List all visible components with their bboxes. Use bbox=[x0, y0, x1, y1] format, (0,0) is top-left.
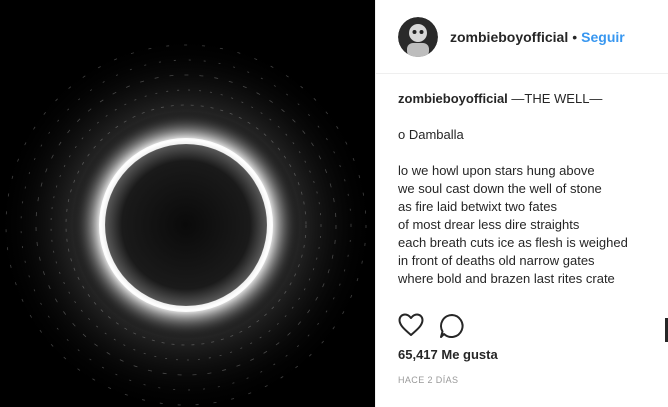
header-username[interactable]: zombieboyofficial bbox=[450, 29, 568, 45]
poem-line: we soul cast down the well of stone bbox=[398, 181, 602, 196]
caption-title: —THE WELL— bbox=[511, 91, 603, 106]
follow-button[interactable]: Seguir bbox=[581, 29, 625, 45]
poem-line: of most drear less dire straights bbox=[398, 217, 580, 232]
poem-line: in front of deaths old narrow gates bbox=[398, 253, 595, 268]
post-timestamp[interactable]: HACE 2 DÍAS bbox=[398, 375, 458, 385]
caption-greeting: o Damballa bbox=[398, 127, 464, 142]
poem-line: where bold and brazen last rites crate bbox=[398, 271, 615, 286]
ring-of-light-image bbox=[0, 0, 375, 407]
avatar[interactable] bbox=[398, 16, 438, 57]
avatar-image bbox=[398, 16, 438, 57]
poem-line: lo we howl upon stars hung above bbox=[398, 163, 595, 178]
likes-count[interactable]: 65,417 Me gusta bbox=[398, 347, 498, 362]
poem-line: as fire laid betwixt two fates bbox=[398, 199, 557, 214]
post-sidebar: zombieboyofficial • Seguir zombieboyoffi… bbox=[375, 0, 668, 407]
poem-line: each breath cuts ice as flesh is weighed bbox=[398, 235, 628, 250]
comment-icon[interactable] bbox=[439, 313, 465, 344]
caption-title-line: zombieboyofficial —THE WELL— bbox=[398, 90, 668, 108]
instagram-post: zombieboyofficial • Seguir zombieboyoffi… bbox=[0, 0, 668, 407]
separator-dot: • bbox=[572, 28, 578, 45]
heart-icon[interactable] bbox=[398, 313, 424, 342]
post-header: zombieboyofficial • Seguir bbox=[376, 0, 668, 74]
post-image[interactable] bbox=[0, 0, 375, 407]
caption-username[interactable]: zombieboyofficial bbox=[398, 91, 508, 106]
post-caption: zombieboyofficial —THE WELL— o Damballa … bbox=[376, 74, 668, 288]
